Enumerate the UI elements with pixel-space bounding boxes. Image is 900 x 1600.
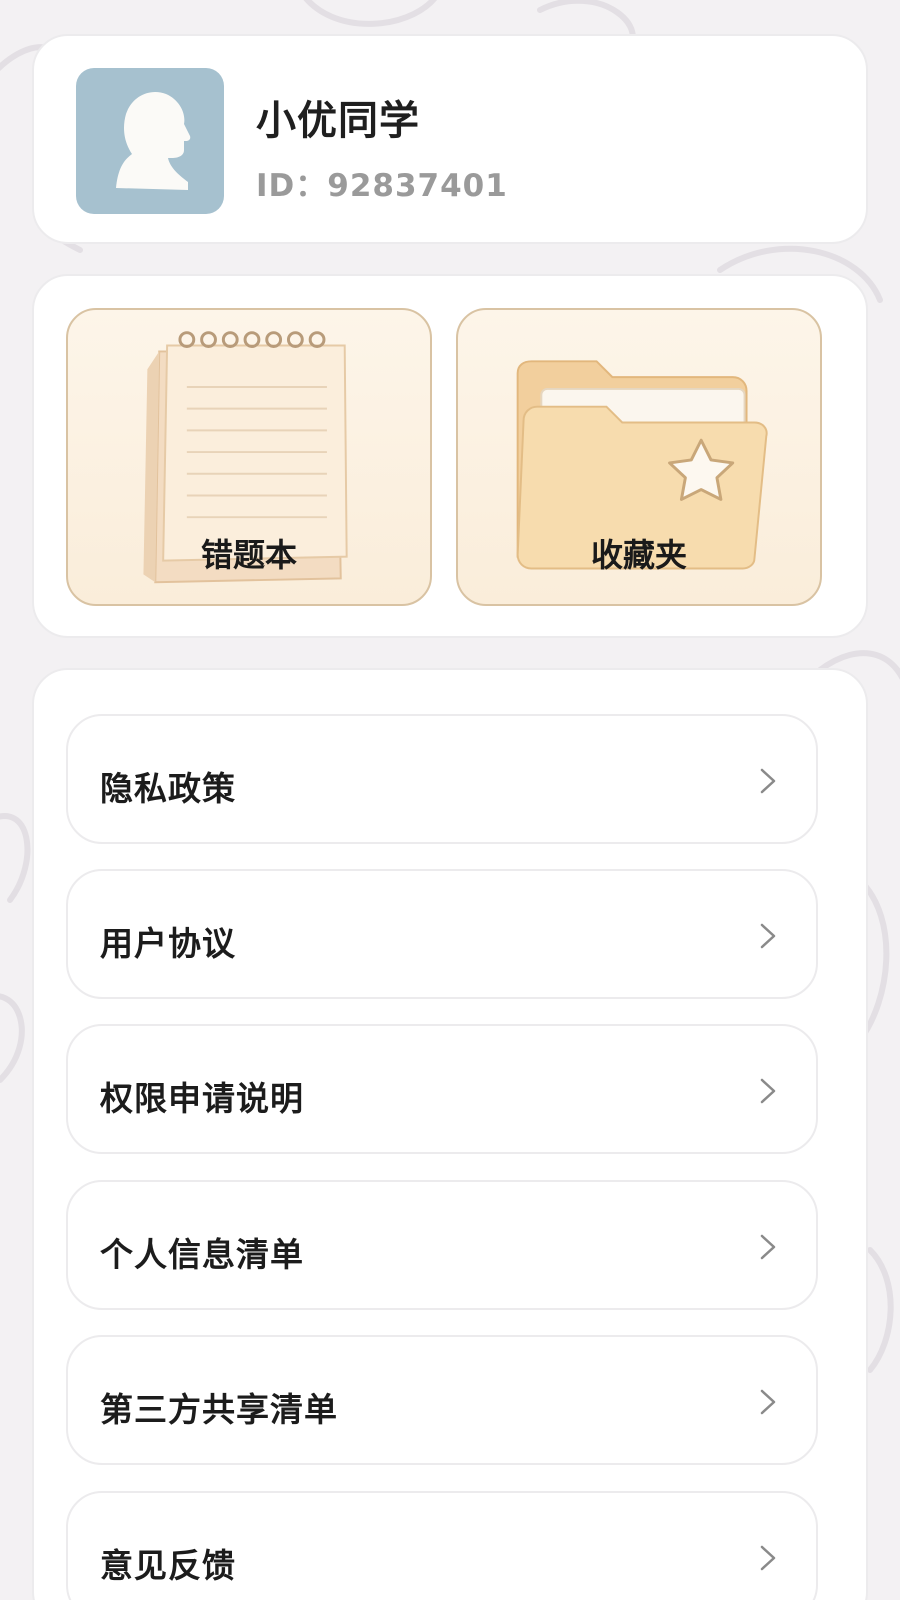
favorites-tile[interactable]: 收藏夹 bbox=[456, 308, 822, 606]
menu-item-label: 意见反馈 bbox=[100, 1546, 236, 1585]
menu-item-label: 个人信息清单 bbox=[100, 1235, 304, 1274]
menu-item-label: 第三方共享清单 bbox=[100, 1390, 338, 1429]
profile-card[interactable]: 小优同学 ID：92837401 bbox=[32, 34, 868, 244]
menu-item-privacy-policy[interactable]: 隐私政策 bbox=[66, 714, 818, 844]
menu-item-label: 隐私政策 bbox=[100, 769, 236, 808]
menu-item-third-party-sharing[interactable]: 第三方共享清单 bbox=[66, 1335, 818, 1465]
settings-menu: 隐私政策 用户协议 权限申请说明 个人信息清单 第三方共享清单 意见反馈 bbox=[32, 668, 868, 1600]
menu-item-personal-info-list[interactable]: 个人信息清单 bbox=[66, 1180, 818, 1310]
chevron-right-icon bbox=[756, 1543, 780, 1573]
user-name: 小优同学 bbox=[256, 98, 420, 144]
menu-item-permission-statement[interactable]: 权限申请说明 bbox=[66, 1024, 818, 1154]
chevron-right-icon bbox=[756, 766, 780, 796]
menu-item-label: 用户协议 bbox=[100, 924, 236, 963]
favorites-label: 收藏夹 bbox=[590, 536, 687, 574]
quick-access-card: 错题本 收藏夹 bbox=[32, 274, 868, 638]
user-id: ID：92837401 bbox=[256, 168, 508, 204]
chevron-right-icon bbox=[756, 1387, 780, 1417]
chevron-right-icon bbox=[756, 921, 780, 951]
wrong-questions-label: 错题本 bbox=[200, 536, 297, 574]
menu-item-feedback[interactable]: 意见反馈 bbox=[66, 1491, 818, 1600]
wrong-questions-tile[interactable]: 错题本 bbox=[66, 308, 432, 606]
menu-item-label: 权限申请说明 bbox=[100, 1079, 304, 1118]
user-silhouette-icon bbox=[116, 92, 191, 190]
chevron-right-icon bbox=[756, 1076, 780, 1106]
menu-item-user-agreement[interactable]: 用户协议 bbox=[66, 869, 818, 999]
avatar[interactable] bbox=[76, 68, 224, 214]
chevron-right-icon bbox=[756, 1232, 780, 1262]
